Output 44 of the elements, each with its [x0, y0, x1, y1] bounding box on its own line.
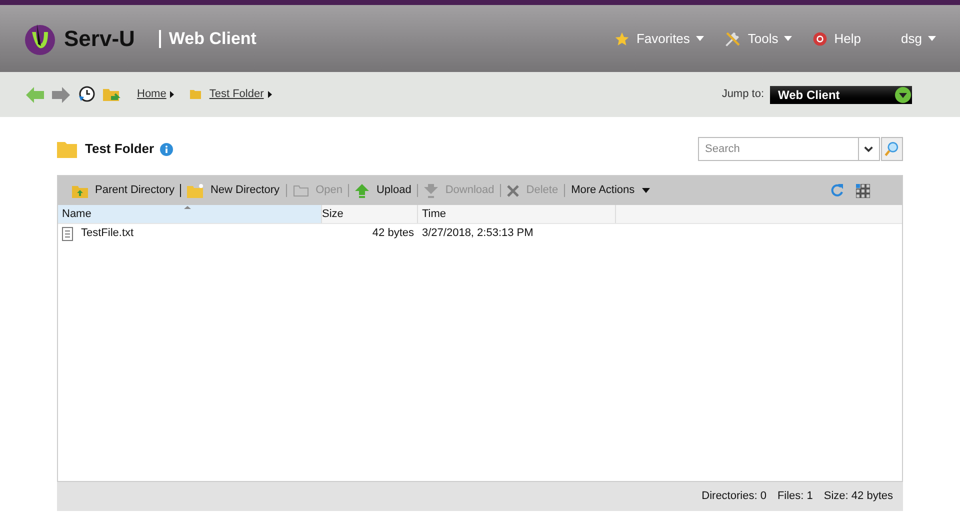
status-text: Directories: 0 [702, 489, 766, 504]
toolbar-button[interactable]: Parent Directory [72, 182, 174, 199]
toolbar-button[interactable]: New Directory [187, 182, 280, 199]
file-size: 42 bytes [371, 226, 415, 242]
back-arrow-icon[interactable] [26, 86, 44, 104]
lifebuoy-icon [812, 30, 828, 46]
toolbar-button[interactable]: Upload [355, 182, 412, 199]
grid-view-icon[interactable] [856, 184, 870, 198]
status-text: Size: 42 bytes [824, 489, 893, 504]
caret-icon [642, 188, 650, 193]
folder-title: Test Folder [85, 140, 154, 158]
folder-icon [292, 184, 309, 196]
up-arrow-icon [355, 184, 370, 198]
folder-sync-icon[interactable] [103, 86, 121, 102]
product-title: Web Client [168, 28, 256, 50]
arrow-right-icon [170, 91, 174, 98]
history-icon[interactable] [78, 86, 95, 103]
status-text: Files: 1 [777, 489, 813, 504]
refresh-icon[interactable] [830, 183, 844, 198]
down-arrow-icon [424, 184, 438, 198]
forward-arrow-icon[interactable] [52, 86, 70, 104]
text-file-icon [62, 226, 73, 240]
brand-name: Serv-U [64, 25, 135, 53]
dropdown-icon [895, 86, 911, 102]
column-header[interactable]: Size [322, 205, 418, 223]
toolbar-button[interactable]: More Actions [571, 182, 650, 199]
column-header[interactable]: Name [58, 205, 322, 223]
jump-to-label: Jump to: [722, 87, 764, 102]
jump-to-dropdown[interactable]: Web Client [770, 86, 912, 104]
search-field[interactable]: Search [698, 137, 859, 161]
info-icon[interactable] [160, 142, 174, 156]
folder-icon [57, 140, 77, 158]
folder-up-icon [72, 184, 88, 198]
star-icon [614, 30, 630, 46]
file-time: 3/27/2018, 2:53:13 PM [421, 226, 534, 242]
file-name[interactable]: TestFile.txt [81, 225, 134, 242]
arrow-right-icon [268, 91, 272, 98]
new-folder-icon [187, 184, 204, 198]
breadcrumb-link[interactable]: Home [137, 86, 166, 103]
close-icon [507, 184, 520, 196]
wrench-icon [724, 30, 742, 48]
chevron-down-icon[interactable] [859, 137, 880, 161]
breadcrumb-link[interactable]: Test Folder [209, 86, 264, 103]
column-header[interactable]: Time [418, 205, 616, 223]
